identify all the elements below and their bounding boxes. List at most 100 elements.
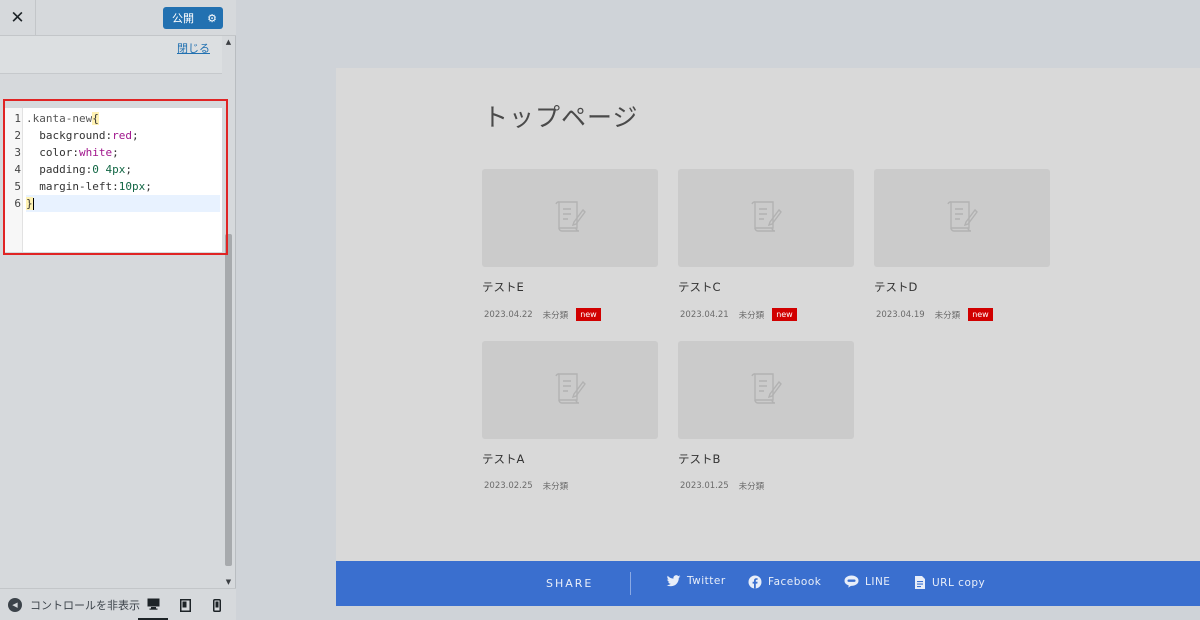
text-caret [32,198,34,210]
close-section-link[interactable]: 閉じる [177,40,210,56]
desktop-icon [147,598,159,610]
post-title[interactable]: テストA [482,451,658,467]
post-thumbnail[interactable] [678,341,854,439]
twitter-share-link[interactable]: Twitter [666,575,726,587]
scroll-down-arrow-icon[interactable]: ▼ [222,576,235,588]
post-thumbnail[interactable] [678,169,854,267]
url-copy-label: URL copy [932,576,986,589]
section-header: 閉じる [0,36,222,74]
code-line[interactable]: margin-left:10px; [26,178,220,195]
code-token: color: [26,146,79,159]
line-icon [844,575,859,588]
url-copy-link[interactable]: URL copy [914,575,985,590]
code-token: margin-left: [26,180,119,193]
no-image-icon [551,370,589,410]
post-category: 未分類 [738,482,765,492]
no-image-icon [747,198,785,238]
new-badge: new [576,308,601,321]
post-date: 2023.04.21 [680,309,729,320]
code-token: padding: [26,163,93,176]
new-badge: new [968,308,993,321]
post-title[interactable]: テストC [678,279,854,295]
code-token: white [78,146,113,159]
line-number-gutter: 1 2 3 4 5 6 [5,108,23,252]
sidebar-scrollbar[interactable]: ▲ ▼ [222,36,235,588]
customizer-footer: ◀ コントロールを非表示 [0,588,236,620]
post-title[interactable]: テストB [678,451,854,467]
page-content: トップページ テストE 2023.04.22 未分類 new テストC 2023.04.2… [336,68,1200,561]
code-line[interactable]: background:red; [26,127,220,144]
mobile-preview-button[interactable] [202,589,232,620]
code-token: red [112,129,132,142]
line-number: 3 [14,146,21,159]
css-code-editor[interactable]: 1 2 3 4 5 6 .kanta-new{ background:red; color… [5,108,222,252]
code-token: ; [145,180,152,193]
no-image-icon [551,198,589,238]
site-preview: トップページ テストE 2023.04.22 未分類 new テストC 2023.04.2… [236,0,1200,620]
post-date: 2023.04.22 [484,309,533,320]
post-meta: 2023.04.19 未分類 new [874,308,1050,321]
post-card[interactable]: テストA 2023.02.25 未分類 [482,341,658,492]
post-card[interactable]: テストD 2023.04.19 未分類 new [874,169,1050,321]
no-image-icon [747,370,785,410]
post-date: 2023.04.19 [876,309,925,320]
post-meta: 2023.02.25 未分類 [482,480,658,492]
post-thumbnail[interactable] [482,341,658,439]
close-customizer-button[interactable]: ✕ [0,0,36,36]
post-title[interactable]: テストE [482,279,658,295]
post-category: 未分類 [738,310,765,321]
desktop-preview-button[interactable] [138,589,168,620]
post-category: 未分類 [934,310,961,321]
tablet-icon [179,598,191,612]
hide-controls-label: コントロールを非表示 [30,599,140,612]
new-badge: new [772,308,797,321]
facebook-icon [748,575,762,589]
line-share-link[interactable]: LINE [844,575,890,588]
code-token: 0 4px [92,163,126,176]
scrollbar-thumb[interactable] [225,234,232,566]
post-thumbnail[interactable] [874,169,1050,267]
customizer-sidebar: ✕ 公開 ⚙ 閉じる ▲ ▼ 1 2 3 4 5 6 .kanta-new{ backgr… [0,0,236,620]
post-card[interactable]: テストB 2023.01.25 未分類 [678,341,854,492]
post-title[interactable]: テストD [874,279,1050,295]
facebook-label: Facebook [768,576,822,588]
share-divider [630,572,631,595]
code-line[interactable]: .kanta-new{ [26,110,220,127]
post-date: 2023.02.25 [484,481,533,491]
code-token: { [92,112,99,125]
line-number: 5 [14,180,21,193]
collapse-arrow-icon: ◀ [8,598,22,612]
post-card[interactable]: テストE 2023.04.22 未分類 new [482,169,658,321]
line-label: LINE [865,575,891,588]
page-title: トップページ [483,103,639,132]
post-date: 2023.01.25 [680,481,729,491]
share-label: SHARE [546,577,594,590]
mobile-icon [213,598,221,612]
post-meta: 2023.04.22 未分類 new [482,308,658,321]
post-category: 未分類 [542,482,569,492]
post-category: 未分類 [542,310,569,321]
code-token: .kanta-new [26,112,93,125]
line-number: 1 [14,112,21,125]
hide-controls-button[interactable]: ◀ コントロールを非表示 [8,595,140,615]
publish-label: 公開 [172,12,194,25]
customizer-header: ✕ 公開 ⚙ [0,0,236,36]
line-number: 6 [14,197,21,210]
code-token: ; [131,129,139,142]
gear-icon[interactable]: ⚙ [201,12,223,25]
post-thumbnail[interactable] [482,169,658,267]
line-number: 2 [14,129,21,142]
code-line[interactable]: } [26,195,220,212]
share-bar: SHARE Twitter Facebook LINE URL copy [336,561,1200,606]
line-number: 4 [14,163,21,176]
code-token: } [26,197,33,210]
post-card[interactable]: テストC 2023.04.21 未分類 new [678,169,854,321]
code-line[interactable]: padding:0 4px; [26,161,220,178]
facebook-share-link[interactable]: Facebook [748,575,821,589]
scroll-up-arrow-icon[interactable]: ▲ [222,36,235,48]
code-line[interactable]: color:white; [26,144,220,161]
tablet-preview-button[interactable] [170,589,200,620]
publish-button[interactable]: 公開 ⚙ [163,7,223,29]
twitter-icon [666,575,681,587]
code-token: background: [26,129,113,142]
